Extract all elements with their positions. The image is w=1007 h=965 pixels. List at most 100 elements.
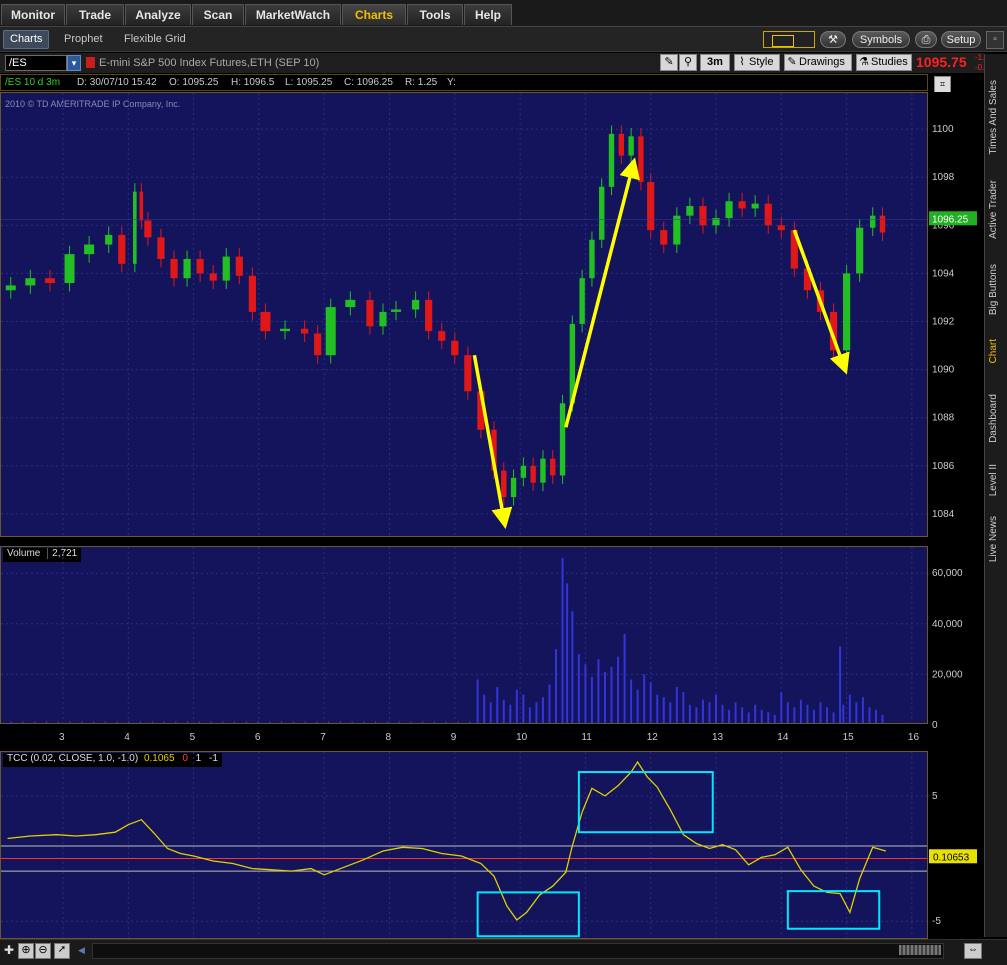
tab-charts[interactable]: Charts bbox=[342, 4, 406, 25]
volume-bar bbox=[721, 704, 724, 723]
candle bbox=[608, 133, 615, 187]
tcc-pane[interactable]: TCC (0.02, CLOSE, 1.0, -1.0) 0.1065 0 1 … bbox=[0, 751, 928, 939]
sidebar-item-times-and-sales[interactable]: Times And Sales bbox=[988, 80, 999, 155]
symbol-lookup-icon[interactable]: ▾ bbox=[67, 55, 81, 71]
info-close: C: 1096.25 bbox=[344, 77, 393, 88]
volume-bar bbox=[643, 674, 646, 723]
volume-bar bbox=[577, 654, 580, 723]
color-picker[interactable] bbox=[763, 31, 815, 48]
volume-bar bbox=[584, 664, 587, 723]
candle bbox=[183, 258, 191, 279]
print-icon[interactable]: ⎙ bbox=[915, 31, 937, 48]
info-date: D: 30/07/10 15:42 bbox=[77, 77, 157, 88]
tab-monitor[interactable]: Monitor bbox=[1, 4, 65, 25]
candle bbox=[345, 299, 356, 308]
tab-marketwatch[interactable]: MarketWatch bbox=[245, 4, 341, 25]
subtab-flexible-grid[interactable]: Flexible Grid bbox=[124, 31, 186, 48]
volume-bar bbox=[839, 646, 842, 723]
style-button[interactable]: ⌇ Style bbox=[734, 54, 780, 71]
candle bbox=[438, 331, 446, 341]
volume-bar bbox=[649, 681, 652, 723]
sidebar-item-chart[interactable]: Chart bbox=[988, 339, 999, 363]
chart-info-bar: /ES 10 d 3m D: 30/07/10 15:42 O: 1095.25… bbox=[0, 74, 928, 91]
symbols-button[interactable]: Symbols bbox=[852, 31, 910, 48]
candle bbox=[64, 254, 75, 284]
volume-bar bbox=[780, 692, 783, 723]
scrollbar-thumb[interactable] bbox=[899, 945, 941, 955]
candle bbox=[843, 273, 851, 351]
tab-help[interactable]: Help bbox=[464, 4, 512, 25]
candle bbox=[589, 239, 595, 279]
drawing-tool-icon[interactable]: ✎ bbox=[660, 54, 678, 71]
crosshair-icon[interactable]: ✚ bbox=[2, 943, 16, 957]
wrench-icon[interactable]: ⚒ bbox=[820, 31, 846, 48]
candle bbox=[314, 333, 322, 356]
aggregation-button[interactable]: 3m bbox=[700, 54, 730, 71]
pointer-icon[interactable]: ➚ bbox=[54, 943, 70, 959]
info-symbol: /ES 10 d 3m bbox=[5, 77, 61, 88]
annotation-box bbox=[476, 891, 580, 938]
zoom-in-icon[interactable]: ⊕ bbox=[18, 943, 34, 959]
annotation-box bbox=[577, 771, 714, 834]
volume-bar bbox=[767, 712, 770, 723]
scroll-left-icon[interactable]: ◀ bbox=[78, 945, 85, 956]
candle bbox=[725, 201, 733, 219]
volume-bar bbox=[682, 692, 685, 723]
volume-bar bbox=[555, 649, 558, 723]
sidebar-item-level-ii[interactable]: Level II bbox=[988, 464, 999, 496]
expand-icon[interactable]: ⇔ bbox=[964, 943, 982, 959]
candle bbox=[638, 136, 644, 182]
sidebar-item-active-trader[interactable]: Active Trader bbox=[988, 180, 999, 239]
volume-pane[interactable]: Volume 2,721 bbox=[0, 546, 928, 724]
candle bbox=[540, 458, 546, 483]
candle bbox=[133, 191, 137, 264]
subtab-charts[interactable]: Charts bbox=[3, 30, 50, 49]
volume-bar bbox=[819, 702, 822, 723]
volume-bar bbox=[502, 699, 505, 723]
volume-bar bbox=[868, 707, 871, 723]
candle bbox=[248, 275, 256, 312]
volume-bar bbox=[861, 697, 864, 723]
tab-tools[interactable]: Tools bbox=[407, 4, 463, 25]
subtab-prophet[interactable]: Prophet bbox=[64, 31, 103, 48]
volume-bar bbox=[656, 694, 659, 723]
annotation-box bbox=[786, 890, 881, 930]
chart-settings-icon[interactable]: ⌗ bbox=[934, 76, 951, 93]
volume-bar bbox=[826, 707, 829, 723]
volume-bar bbox=[701, 699, 704, 723]
tab-analyze[interactable]: Analyze bbox=[125, 4, 191, 25]
candle bbox=[25, 278, 36, 286]
scrollbar[interactable] bbox=[92, 943, 944, 959]
tab-trade[interactable]: Trade bbox=[66, 4, 124, 25]
setup-button[interactable]: Setup bbox=[941, 31, 981, 48]
tab-scan[interactable]: Scan bbox=[192, 4, 244, 25]
candle bbox=[412, 299, 420, 310]
sidebar-item-live-news[interactable]: Live News bbox=[988, 516, 999, 562]
symbol-input[interactable]: /ES bbox=[5, 55, 67, 71]
volume-bar bbox=[708, 702, 711, 723]
volume-bar bbox=[590, 676, 593, 723]
pencil-icon[interactable]: ⚲ bbox=[679, 54, 697, 71]
volume-bar bbox=[476, 679, 479, 723]
sidebar-item-dashboard[interactable]: Dashboard bbox=[988, 394, 999, 443]
volume-bar bbox=[734, 702, 737, 723]
zoom-out-icon[interactable]: ⊖ bbox=[35, 943, 51, 959]
detach-icon[interactable]: ▫ bbox=[986, 31, 1004, 49]
studies-button[interactable]: ⚗ Studies bbox=[856, 54, 912, 71]
candle bbox=[209, 273, 217, 281]
volume-bar bbox=[806, 704, 809, 723]
volume-chart bbox=[1, 547, 927, 723]
volume-bar bbox=[848, 694, 851, 723]
sidebar-item-big-buttons[interactable]: Big Buttons bbox=[988, 264, 999, 315]
volume-bar bbox=[728, 709, 731, 723]
bottom-toolbar: ✚ ⊕ ⊖ ➚ ◀ ⇔ bbox=[0, 939, 1007, 965]
candle bbox=[647, 182, 655, 231]
candle bbox=[235, 256, 243, 276]
price-pane[interactable]: 2010 © TD AMERITRADE IP Company, Inc. bbox=[0, 92, 928, 537]
candle bbox=[579, 278, 585, 324]
candle bbox=[520, 465, 527, 478]
volume-bar bbox=[793, 707, 796, 723]
volume-bar bbox=[832, 712, 835, 723]
volume-bar bbox=[496, 687, 499, 723]
drawings-button[interactable]: ✎ Drawings bbox=[784, 54, 852, 71]
